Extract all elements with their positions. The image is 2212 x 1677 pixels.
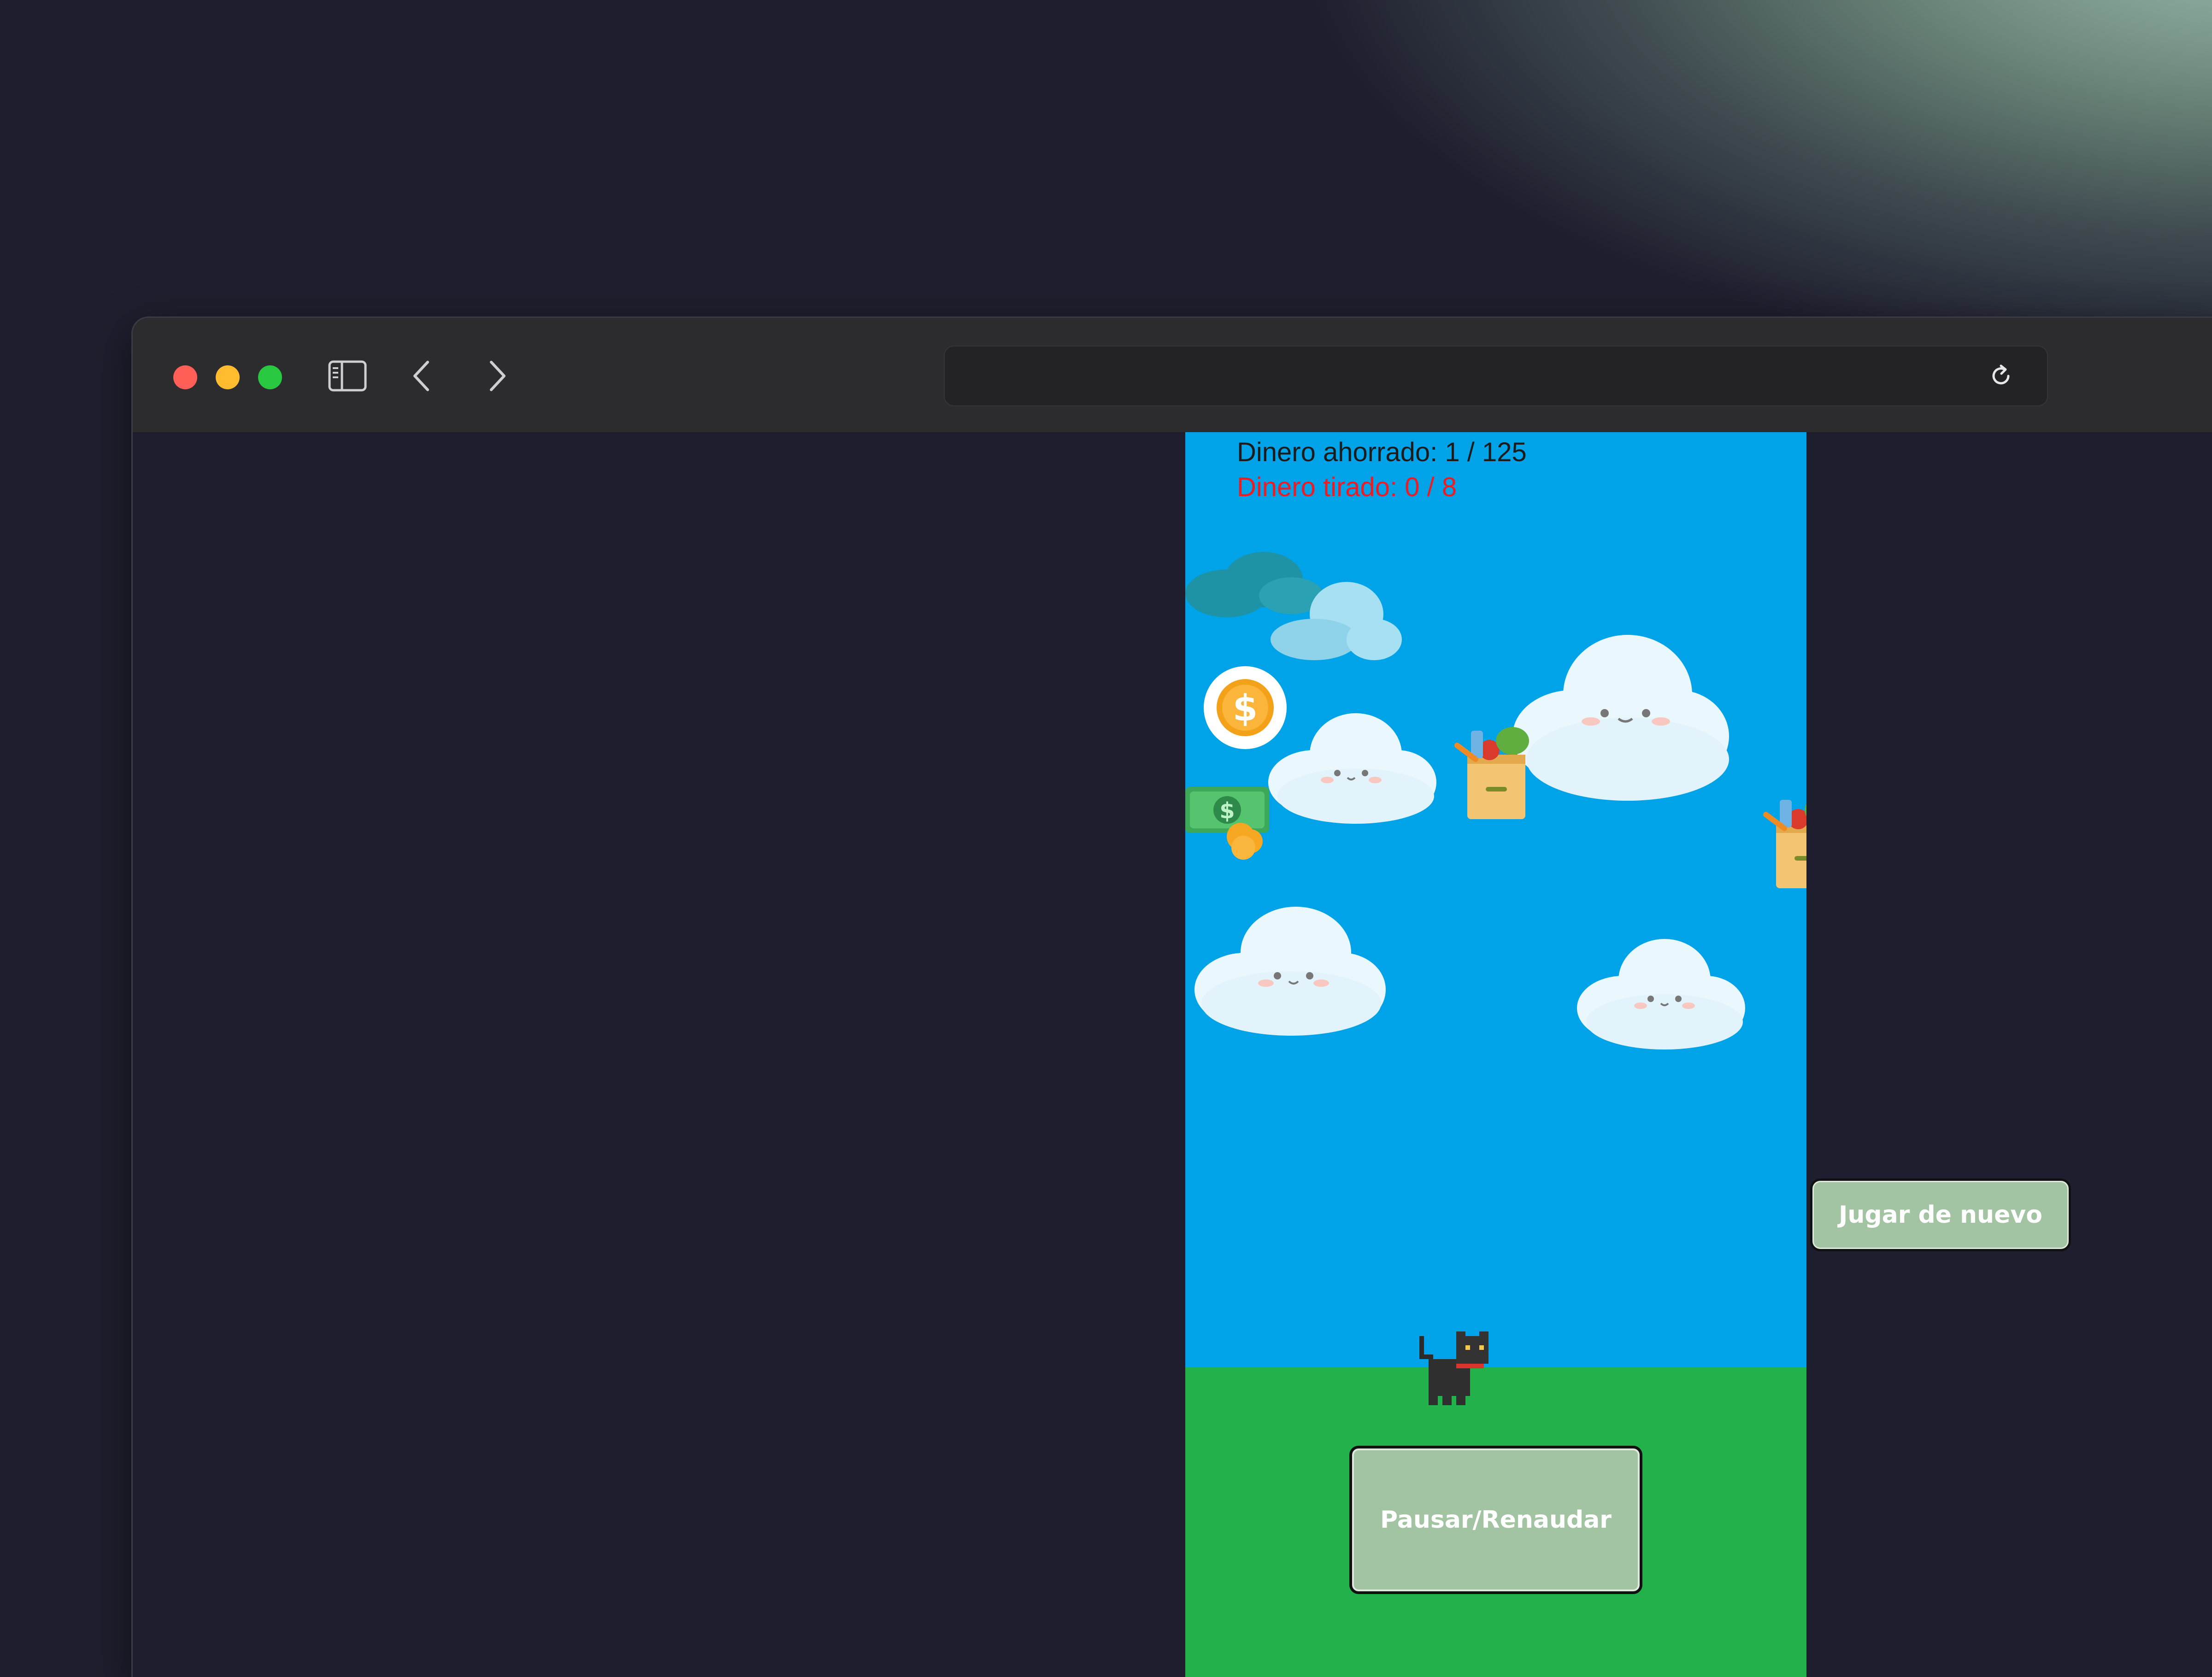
cloud-sprite (1271, 582, 1402, 660)
chevron-right-icon[interactable] (484, 358, 510, 393)
cash-with-coins-sprite: $ (1185, 787, 1269, 860)
cloud-face-sprite (1512, 635, 1729, 801)
pause-resume-button[interactable]: Pausar/Renaudar (1349, 1446, 1642, 1594)
black-cat-player-sprite (1419, 1331, 1488, 1405)
svg-text:$: $ (1219, 798, 1235, 824)
browser-toolbar (133, 318, 2212, 432)
game-canvas[interactable]: Dinero ahorrado: 1 / 125 Dinero tirado: … (1185, 432, 1806, 1677)
zoom-window-button[interactable] (258, 365, 282, 389)
reload-icon[interactable] (1987, 362, 2015, 390)
grocery-bag-sprite (1763, 800, 1806, 888)
page-content: Dinero ahorrado: 1 / 125 Dinero tirado: … (133, 432, 2212, 1677)
close-window-button[interactable] (173, 365, 197, 389)
browser-window: Dinero ahorrado: 1 / 125 Dinero tirado: … (133, 318, 2212, 1677)
minimize-window-button[interactable] (216, 365, 240, 389)
grocery-bag-sprite (1454, 727, 1529, 819)
money-thrown-counter: Dinero tirado: 0 / 8 (1237, 472, 1457, 502)
money-saved-counter: Dinero ahorrado: 1 / 125 (1237, 437, 1527, 467)
address-bar[interactable] (944, 346, 2048, 406)
cloud-face-sprite (1577, 939, 1745, 1050)
sidebar-toggle-icon[interactable] (328, 360, 367, 392)
play-again-button[interactable]: Jugar de nuevo (1810, 1179, 2071, 1251)
cloud-face-sprite (1268, 713, 1436, 824)
svg-text:$: $ (1233, 688, 1258, 729)
cloud-face-sprite (1194, 907, 1386, 1036)
chevron-left-icon[interactable] (409, 358, 435, 393)
